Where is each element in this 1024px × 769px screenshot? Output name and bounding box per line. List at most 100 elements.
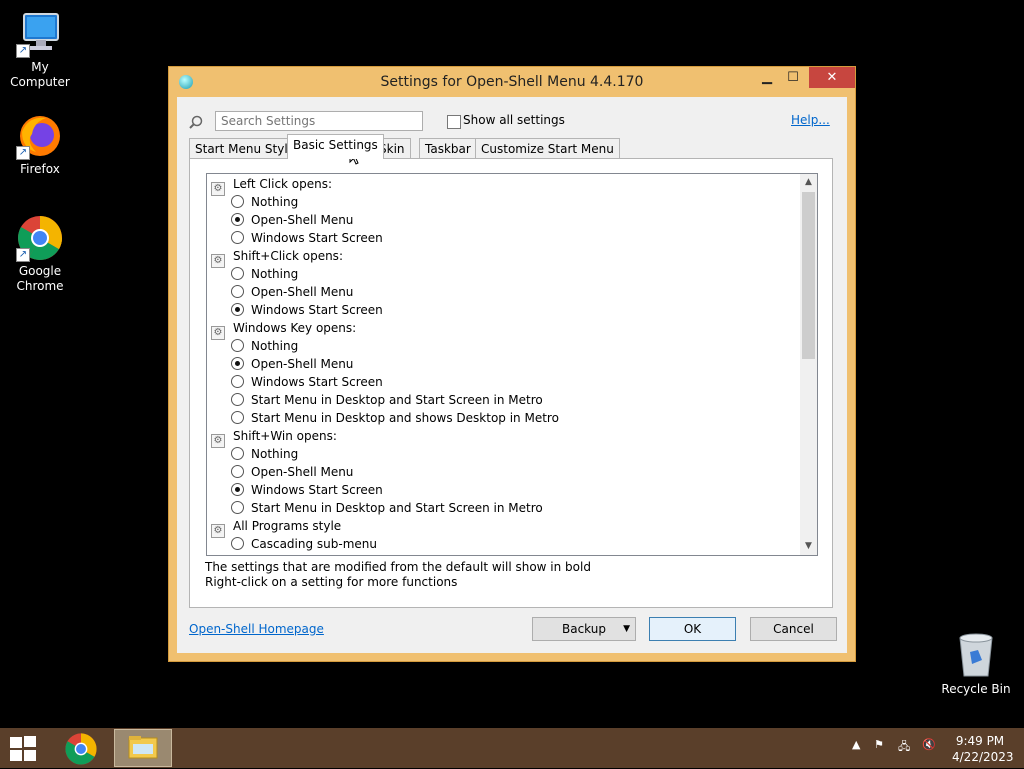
- info-line-right-click-hint: Right-click on a setting for more functi…: [205, 575, 458, 589]
- show-all-settings-checkbox[interactable]: [447, 115, 461, 129]
- radio-button[interactable]: [231, 357, 244, 370]
- radio-button[interactable]: [231, 483, 244, 496]
- show-all-settings-label[interactable]: Show all settings: [463, 113, 565, 127]
- chrome-icon: ↗: [16, 214, 64, 262]
- radio-button[interactable]: [231, 375, 244, 388]
- radio-button[interactable]: [231, 465, 244, 478]
- radio-button[interactable]: [231, 267, 244, 280]
- settings-group-row[interactable]: ⚙ Left Click opens:: [211, 175, 333, 196]
- radio-button[interactable]: [231, 303, 244, 316]
- settings-option-row[interactable]: Windows Start Screen: [231, 373, 383, 391]
- scroll-down-arrow-icon[interactable]: ▼: [800, 538, 817, 555]
- info-text: The settings that are modified from the …: [205, 560, 591, 590]
- shortcut-arrow-icon: ↗: [16, 248, 30, 262]
- help-link[interactable]: Help...: [791, 113, 830, 127]
- shortcut-arrow-icon: ↗: [16, 44, 30, 58]
- radio-button[interactable]: [231, 285, 244, 298]
- settings-group-row[interactable]: ⚙ Shift+Click opens:: [211, 247, 343, 268]
- settings-option-row[interactable]: Windows Start Screen: [231, 481, 383, 499]
- tab-basic-settings[interactable]: Basic Settings: [287, 134, 384, 159]
- settings-group-row[interactable]: ⚙ Windows Key opens:: [211, 319, 357, 340]
- desktop-icon-google-chrome[interactable]: ↗ Google Chrome: [0, 214, 80, 294]
- network-icon[interactable]: 🖧: [898, 738, 910, 757]
- start-button[interactable]: [10, 736, 38, 762]
- settings-row-label: Nothing: [251, 195, 299, 209]
- vertical-scrollbar[interactable]: ▲ ▼: [800, 174, 817, 555]
- desktop-icon-label: Recycle Bin: [941, 682, 1011, 696]
- info-line-bold-hint: The settings that are modified from the …: [205, 560, 591, 574]
- ok-button[interactable]: OK: [649, 617, 736, 641]
- settings-row-label: Windows Key opens:: [233, 321, 357, 335]
- taskbar-file-explorer-icon[interactable]: [114, 729, 172, 767]
- settings-option-row[interactable]: Start Menu in Desktop and shows Desktop …: [231, 409, 559, 427]
- volume-muted-icon[interactable]: 🔇: [922, 738, 936, 751]
- settings-option-row[interactable]: Nothing: [231, 193, 298, 211]
- settings-row-label: Start Menu in Desktop and shows Desktop …: [251, 411, 559, 425]
- settings-option-row[interactable]: Nothing: [231, 337, 298, 355]
- recycle-bin-icon: [956, 632, 996, 678]
- open-shell-homepage-link[interactable]: Open-Shell Homepage: [189, 622, 324, 636]
- desktop-icon-recycle-bin[interactable]: Recycle Bin: [936, 632, 1016, 696]
- scroll-thumb[interactable]: [802, 192, 815, 359]
- settings-option-row[interactable]: Start Menu in Desktop and Start Screen i…: [231, 499, 543, 517]
- show-hidden-icons-chevron-icon[interactable]: ▲: [852, 738, 860, 751]
- settings-row-label: All Programs style: [233, 519, 342, 533]
- settings-option-row[interactable]: Nothing: [231, 265, 298, 283]
- settings-option-row[interactable]: Nothing: [231, 445, 298, 463]
- settings-row-label: Windows Start Screen: [251, 483, 383, 497]
- action-center-flag-icon[interactable]: ⚑: [874, 738, 884, 751]
- radio-button[interactable]: [231, 339, 244, 352]
- desktop-icon-label: My Computer: [10, 60, 70, 89]
- radio-button[interactable]: [231, 411, 244, 424]
- settings-option-row[interactable]: Open-Shell Menu: [231, 211, 353, 229]
- radio-button[interactable]: [231, 195, 244, 208]
- desktop-icon-my-computer[interactable]: ↗ My Computer: [0, 10, 80, 90]
- clock-time: 9:49 PM: [955, 734, 1005, 748]
- settings-option-row[interactable]: Windows Start Screen: [231, 301, 383, 319]
- settings-row-label: Left Click opens:: [233, 177, 333, 191]
- radio-button[interactable]: [231, 393, 244, 406]
- taskbar-chrome-icon[interactable]: [64, 732, 98, 766]
- settings-row-label: Shift+Click opens:: [233, 249, 343, 263]
- settings-option-row[interactable]: Open-Shell Menu: [231, 283, 353, 301]
- title-bar[interactable]: Settings for Open-Shell Menu 4.4.170 ▁ ☐…: [169, 67, 855, 97]
- maximize-button[interactable]: ☐: [779, 67, 807, 88]
- settings-row-label: Open-Shell Menu: [251, 213, 354, 227]
- close-button[interactable]: ✕: [809, 67, 855, 88]
- tab-customize-start-menu[interactable]: Customize Start Menu: [475, 138, 620, 158]
- scroll-up-arrow-icon[interactable]: ▲: [800, 174, 817, 191]
- search-settings-input[interactable]: [215, 111, 423, 131]
- settings-row-label: Open-Shell Menu: [251, 465, 354, 479]
- settings-option-row[interactable]: Cascading sub-menu: [231, 535, 377, 553]
- taskbar-clock[interactable]: 9:49 PM 4/22/2023: [952, 733, 1014, 765]
- cancel-button[interactable]: Cancel: [750, 617, 837, 641]
- settings-list[interactable]: Cascading sub-menu ⚙ All Programs style Sta…: [206, 173, 818, 556]
- radio-button[interactable]: [231, 537, 244, 550]
- settings-option-row[interactable]: Windows Start Screen: [231, 229, 383, 247]
- desktop-icon-label: Firefox: [20, 162, 60, 176]
- radio-button[interactable]: [231, 231, 244, 244]
- tab-start-menu-style[interactable]: Start Menu Style: [189, 138, 302, 158]
- settings-group-gear-icon: ⚙: [211, 254, 225, 268]
- computer-icon: ↗: [16, 10, 64, 58]
- settings-option-row[interactable]: Open-Shell Menu: [231, 463, 353, 481]
- settings-option-row[interactable]: Start Menu in Desktop and Start Screen i…: [231, 391, 543, 409]
- tab-taskbar[interactable]: Taskbar: [419, 138, 477, 158]
- radio-button[interactable]: [231, 447, 244, 460]
- backup-button[interactable]: Backup ▼: [532, 617, 636, 641]
- settings-option-row[interactable]: Open-Shell Menu: [231, 355, 353, 373]
- desktop-icon-label: Google Chrome: [16, 264, 64, 293]
- desktop-icon-firefox[interactable]: ↗ Firefox: [0, 112, 80, 177]
- settings-row-label: Start Menu in Desktop and Start Screen i…: [251, 501, 543, 515]
- taskbar: ▲ ⚑ 🖧 🔇 9:49 PM 4/22/2023: [0, 728, 1024, 768]
- minimize-button[interactable]: ▁: [753, 67, 781, 88]
- settings-row-label: Windows Start Screen: [251, 375, 383, 389]
- settings-group-row[interactable]: ⚙ Shift+Win opens:: [211, 427, 337, 448]
- shortcut-arrow-icon: ↗: [16, 146, 30, 160]
- radio-button[interactable]: [231, 213, 244, 226]
- settings-group-row[interactable]: ⚙ All Programs style: [211, 517, 342, 538]
- settings-row-label: Nothing: [251, 447, 299, 461]
- radio-button[interactable]: [231, 501, 244, 514]
- settings-group-gear-icon: ⚙: [211, 326, 225, 340]
- settings-row-label: Nothing: [251, 339, 299, 353]
